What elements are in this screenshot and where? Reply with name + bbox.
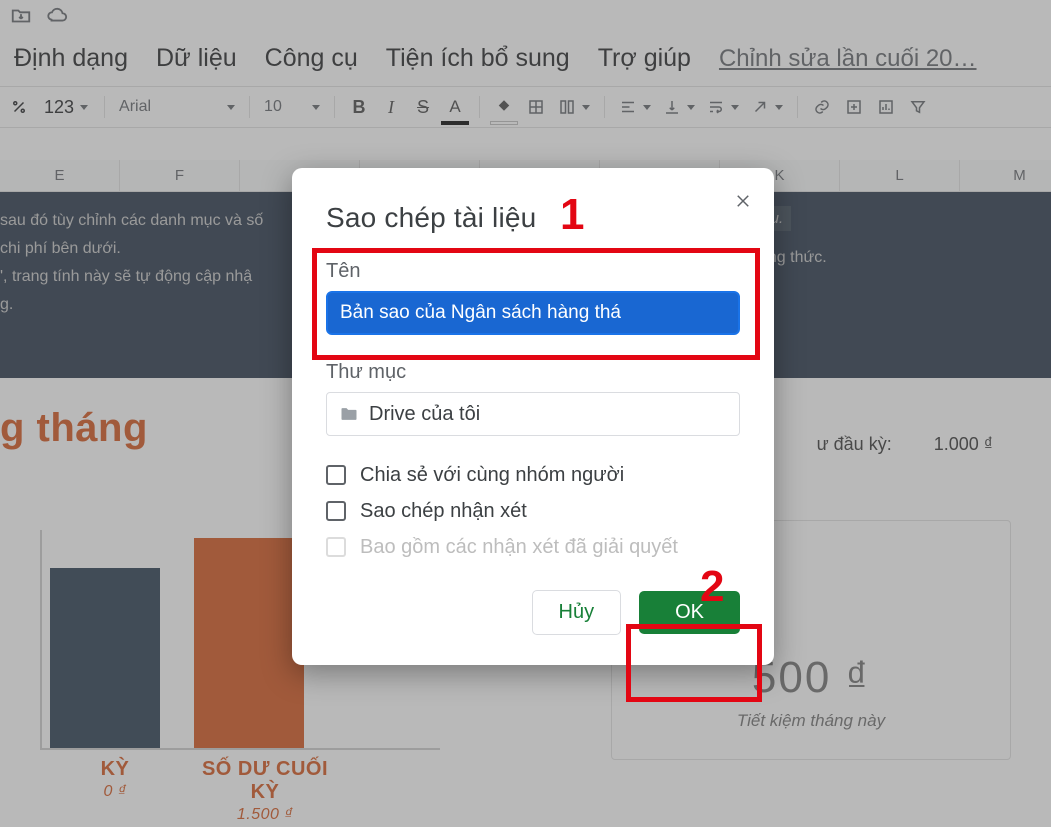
dialog-title: Sao chép tài liệu [326,202,740,234]
cancel-button[interactable]: Hủy [532,590,622,635]
ok-button[interactable]: OK [639,591,740,634]
dialog-actions: Hủy OK [326,590,740,635]
checkbox-group: Chia sẻ với cùng nhóm người Sao chép nhậ… [326,462,740,560]
checkbox-icon [326,537,346,557]
document-name-input[interactable] [326,291,740,335]
include-resolved-checkbox: Bao gồm các nhận xét đã giải quyết [326,534,740,560]
checkbox-icon [326,465,346,485]
checkbox-label: Sao chép nhận xét [360,498,527,524]
app-root: Định dạng Dữ liệu Công cụ Tiện ích bổ su… [0,0,1051,827]
checkbox-label: Bao gồm các nhận xét đã giải quyết [360,534,678,560]
folder-icon [339,404,359,424]
folder-picker[interactable]: Drive của tôi [326,392,740,436]
copy-document-dialog: Sao chép tài liệu Tên Thư mục Drive của … [292,168,774,665]
folder-name: Drive của tôi [369,403,480,426]
name-label: Tên [326,260,740,283]
share-same-people-checkbox[interactable]: Chia sẻ với cùng nhóm người [326,462,740,488]
folder-label: Thư mục [326,361,740,384]
copy-comments-checkbox[interactable]: Sao chép nhận xét [326,498,740,524]
checkbox-icon [326,501,346,521]
close-button[interactable] [734,192,752,215]
checkbox-label: Chia sẻ với cùng nhóm người [360,462,624,488]
